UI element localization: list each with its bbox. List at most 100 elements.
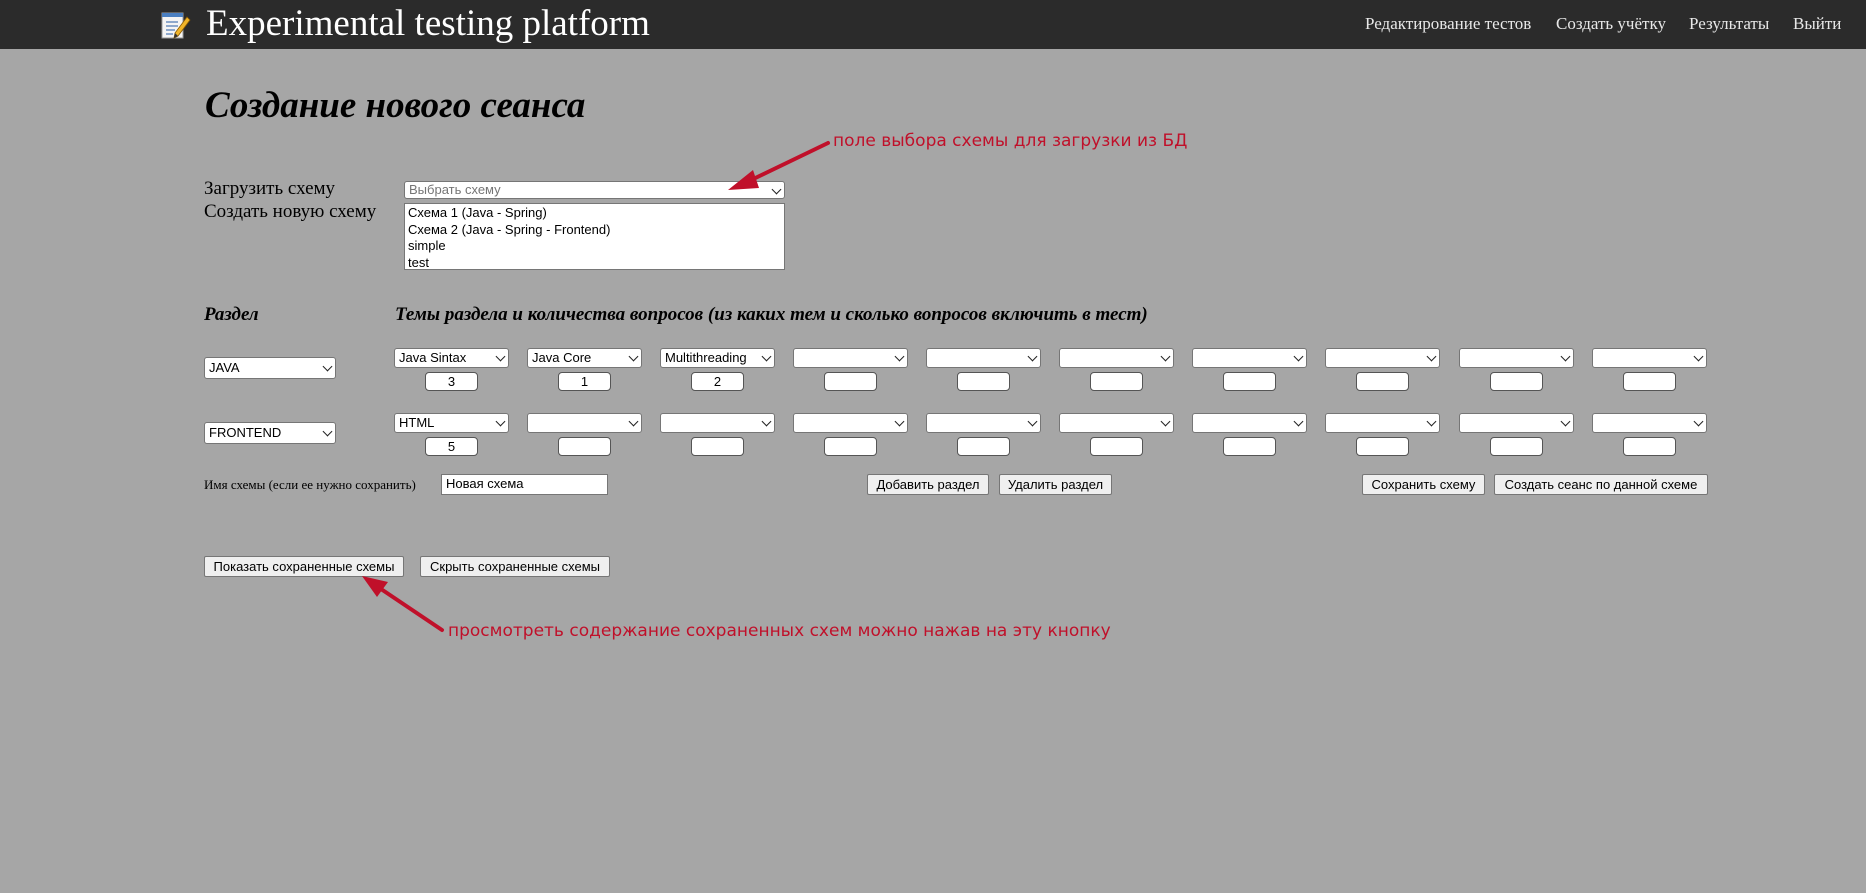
chevron-down-icon (1426, 351, 1437, 362)
topics-column-header: Темы раздела и количества вопросов (из к… (395, 304, 1148, 325)
chevron-down-icon (1560, 351, 1571, 362)
chevron-down-icon (894, 416, 905, 427)
chevron-down-icon (1426, 416, 1437, 427)
topic-select-value: Multithreading (665, 350, 747, 365)
topic-select[interactable] (793, 348, 908, 368)
remove-section-button[interactable]: Удалить раздел (999, 474, 1112, 495)
topic-select[interactable] (1592, 413, 1707, 433)
topic-select-value: HTML (399, 415, 435, 430)
chevron-down-icon (1027, 416, 1038, 427)
show-saved-schemes-button[interactable]: Показать сохраненные схемы (204, 556, 404, 577)
arrow-to-show-button (362, 576, 444, 632)
question-count-input[interactable] (1090, 372, 1143, 391)
question-count-input[interactable]: 2 (691, 372, 744, 391)
page-title: Создание нового сеанса (205, 85, 586, 126)
question-count-input[interactable] (1490, 437, 1543, 456)
chevron-down-icon (1693, 351, 1704, 362)
topic-select[interactable] (1192, 413, 1307, 433)
load-scheme-label: Загрузить схему (204, 178, 336, 199)
topic-select[interactable] (926, 413, 1041, 433)
topic-select[interactable] (1059, 413, 1174, 433)
section-select-value: JAVA (209, 360, 240, 375)
topic-select[interactable] (1459, 348, 1574, 368)
chevron-down-icon (628, 351, 639, 362)
add-section-button[interactable]: Добавить раздел (867, 474, 989, 495)
chevron-down-icon (761, 351, 772, 362)
question-count-input[interactable] (824, 372, 877, 391)
topic-select[interactable] (1192, 348, 1307, 368)
topic-select-value: Java Core (532, 350, 592, 365)
chevron-down-icon (771, 184, 782, 195)
scheme-option[interactable]: test (408, 255, 781, 272)
scheme-option[interactable]: Схема 2 (Java - Spring - Frontend) (408, 222, 781, 239)
chevron-down-icon (322, 426, 333, 437)
question-count-input[interactable] (1223, 372, 1276, 391)
question-count-input[interactable] (1356, 372, 1409, 391)
section-select-frontend[interactable]: FRONTEND (204, 422, 336, 444)
section-column-header: Раздел (204, 304, 259, 325)
select-annotation: поле выбора схемы для загрузки из БД (833, 131, 1188, 151)
chevron-down-icon (1027, 351, 1038, 362)
topic-select[interactable]: Java Core (527, 348, 642, 368)
button-annotation: просмотреть содержание сохраненных схем … (448, 621, 1111, 641)
topic-select[interactable] (1325, 413, 1440, 433)
chevron-down-icon (761, 416, 772, 427)
question-count-input[interactable] (1623, 372, 1676, 391)
topic-select[interactable] (660, 413, 775, 433)
scheme-option[interactable]: Схема 1 (Java - Spring) (408, 205, 781, 222)
chevron-down-icon (1293, 351, 1304, 362)
save-scheme-button[interactable]: Сохранить схему (1362, 474, 1485, 495)
notepad-pencil-icon[interactable] (159, 9, 191, 41)
question-count-input[interactable] (1623, 437, 1676, 456)
question-count-input[interactable] (957, 372, 1010, 391)
question-count-input[interactable] (1490, 372, 1543, 391)
topic-select[interactable] (926, 348, 1041, 368)
chevron-down-icon (1160, 351, 1171, 362)
nav-create-account[interactable]: Создать учётку (1556, 0, 1666, 49)
topic-select[interactable] (1592, 348, 1707, 368)
nav-logout[interactable]: Выйти (1793, 0, 1841, 49)
question-count-input[interactable]: 1 (558, 372, 611, 391)
scheme-option[interactable]: simple (408, 238, 781, 255)
question-count-input[interactable] (824, 437, 877, 456)
topic-select[interactable]: HTML (394, 413, 509, 433)
chevron-down-icon (1693, 416, 1704, 427)
topic-select[interactable] (1059, 348, 1174, 368)
topic-select[interactable] (527, 413, 642, 433)
topic-select-value: Java Sintax (399, 350, 467, 365)
question-count-input[interactable] (1090, 437, 1143, 456)
chevron-down-icon (495, 416, 506, 427)
question-count-input[interactable] (1356, 437, 1409, 456)
question-count-input[interactable]: 3 (425, 372, 478, 391)
scheme-name-label: Имя схемы (если ее нужно сохранить) (204, 477, 416, 492)
scheme-listbox[interactable]: Схема 1 (Java - Spring) Схема 2 (Java - … (404, 203, 785, 270)
scheme-name-input[interactable]: Новая схема (441, 474, 608, 495)
nav-results[interactable]: Результаты (1689, 0, 1769, 49)
topic-select[interactable]: Java Sintax (394, 348, 509, 368)
chevron-down-icon (894, 351, 905, 362)
question-count-input[interactable]: 5 (425, 437, 478, 456)
topic-select[interactable] (793, 413, 908, 433)
section-select-value: FRONTEND (209, 425, 282, 440)
nav-edit-tests[interactable]: Редактирование тестов (1365, 0, 1531, 49)
create-session-button[interactable]: Создать сеанс по данной схеме (1494, 474, 1708, 495)
chevron-down-icon (1293, 416, 1304, 427)
chevron-down-icon (1160, 416, 1171, 427)
brand-title[interactable]: Experimental testing platform (206, 0, 650, 49)
chevron-down-icon (1560, 416, 1571, 427)
question-count-input[interactable] (691, 437, 744, 456)
topic-select[interactable] (1459, 413, 1574, 433)
chevron-down-icon (495, 351, 506, 362)
topic-select[interactable] (1325, 348, 1440, 368)
scheme-select[interactable]: Выбрать схему (404, 181, 785, 199)
question-count-input[interactable] (957, 437, 1010, 456)
chevron-down-icon (628, 416, 639, 427)
hide-saved-schemes-button[interactable]: Скрыть сохраненные схемы (420, 556, 610, 577)
topic-select[interactable]: Multithreading (660, 348, 775, 368)
question-count-input[interactable] (558, 437, 611, 456)
section-select-java[interactable]: JAVA (204, 357, 336, 379)
scheme-select-value: Выбрать схему (409, 182, 501, 197)
chevron-down-icon (322, 361, 333, 372)
create-scheme-label: Создать новую схему (204, 201, 377, 222)
question-count-input[interactable] (1223, 437, 1276, 456)
